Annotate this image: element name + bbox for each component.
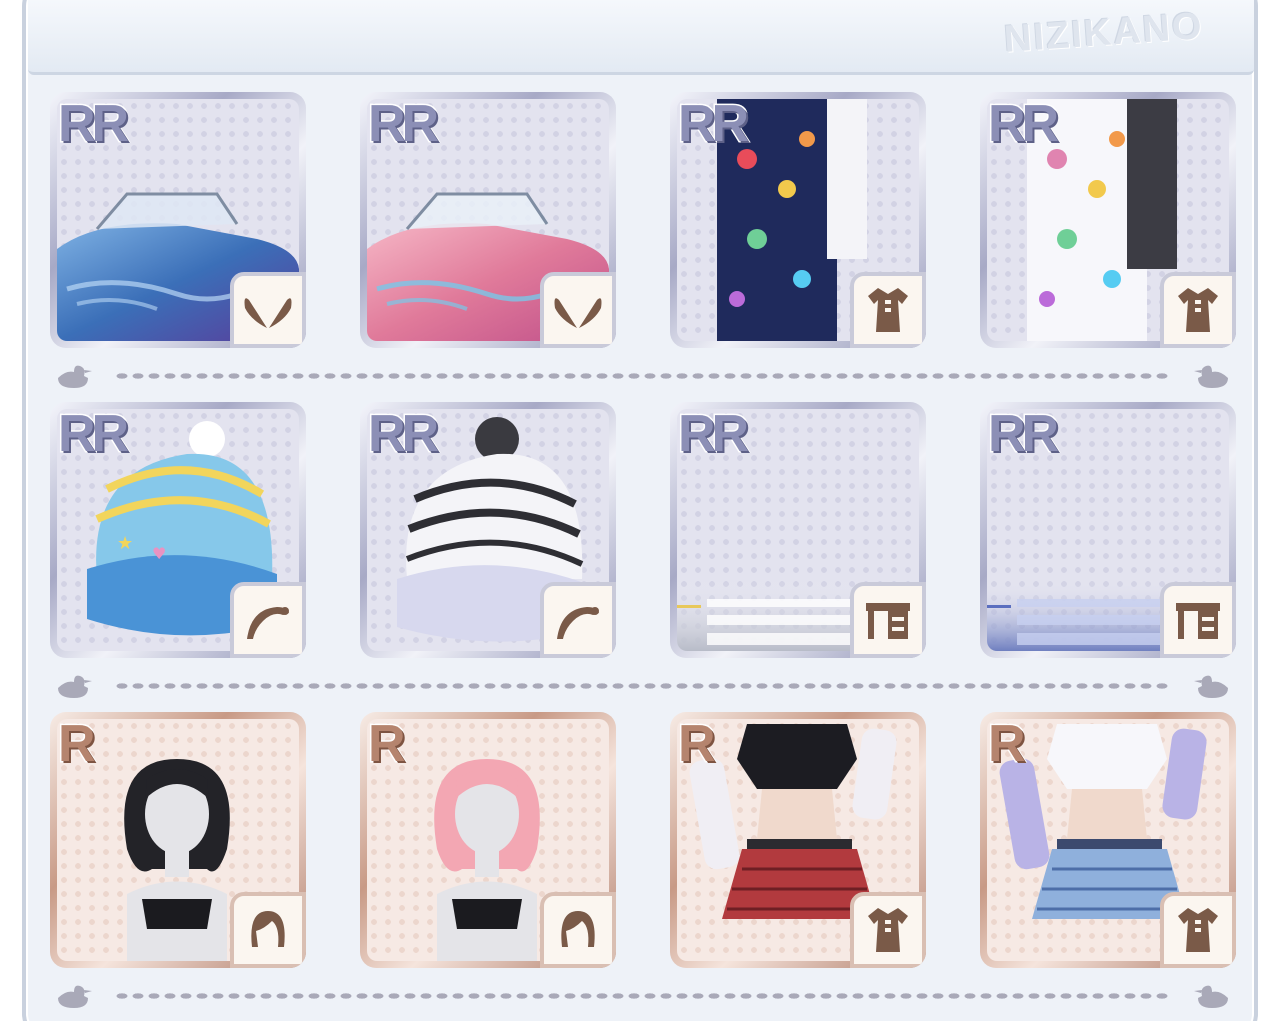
watermark-logo: NIZIKANO — [1003, 5, 1206, 61]
item-row: R R R R — [50, 712, 1236, 968]
hair-icon — [540, 892, 616, 968]
item-card-gray-crosswalk[interactable]: RR — [670, 402, 926, 658]
duck-icon — [1194, 985, 1228, 1008]
svg-text:★: ★ — [117, 533, 133, 554]
furniture-icon — [1160, 582, 1236, 658]
dress-icon — [1160, 892, 1236, 968]
dotted-line — [114, 992, 1172, 1000]
rarity-label: RR — [56, 405, 130, 463]
duck-icon — [1194, 675, 1228, 698]
item-card-pink-hair[interactable]: R — [360, 712, 616, 968]
rarity-label: RR — [56, 95, 130, 153]
svg-text:♥: ♥ — [152, 544, 166, 563]
item-row: RR RR RR RR — [50, 92, 1236, 348]
item-card-navy-overalls[interactable]: RR — [670, 92, 926, 348]
item-card-blue-convertible[interactable]: RR — [50, 92, 306, 348]
dotted-line — [114, 682, 1172, 690]
rarity-label: R — [677, 715, 717, 773]
item-card-white-beanie[interactable]: RR — [360, 402, 616, 658]
rarity-label: RR — [676, 405, 750, 463]
rarity-label: RR — [986, 95, 1060, 153]
dress-icon — [850, 272, 926, 348]
headwear-icon — [540, 582, 616, 658]
duck-icon — [58, 675, 92, 698]
rarity-label: RR — [366, 405, 440, 463]
item-grid: RR RR RR RR ★ ♥ RR RR RR RR R R R R — [50, 92, 1236, 1021]
rarity-label: RR — [986, 405, 1060, 463]
row-divider — [50, 348, 1236, 402]
dotted-line — [114, 372, 1172, 380]
wings-icon — [230, 272, 306, 348]
panel-header: NIZIKANO — [28, 0, 1254, 75]
duck-icon — [58, 985, 92, 1008]
duck-icon — [1194, 365, 1228, 388]
rarity-label: RR — [676, 95, 750, 153]
rarity-label: R — [367, 715, 407, 773]
rarity-label: RR — [366, 95, 440, 153]
duck-icon — [58, 365, 92, 388]
rarity-label: R — [57, 715, 97, 773]
item-row: ★ ♥ RR RR RR RR — [50, 402, 1236, 658]
item-card-black-hair[interactable]: R — [50, 712, 306, 968]
headwear-icon — [230, 582, 306, 658]
hair-icon — [230, 892, 306, 968]
item-card-blue-plaid-outfit[interactable]: R — [980, 712, 1236, 968]
row-divider — [50, 658, 1236, 712]
dress-icon — [1160, 272, 1236, 348]
row-divider — [50, 968, 1236, 1021]
wings-icon — [540, 272, 616, 348]
item-card-red-plaid-outfit[interactable]: R — [670, 712, 926, 968]
item-card-blue-crosswalk[interactable]: RR — [980, 402, 1236, 658]
item-card-pink-convertible[interactable]: RR — [360, 92, 616, 348]
furniture-icon — [850, 582, 926, 658]
rarity-label: R — [987, 715, 1027, 773]
dress-icon — [850, 892, 926, 968]
item-card-blue-beanie[interactable]: ★ ♥ RR — [50, 402, 306, 658]
item-card-white-overalls[interactable]: RR — [980, 92, 1236, 348]
